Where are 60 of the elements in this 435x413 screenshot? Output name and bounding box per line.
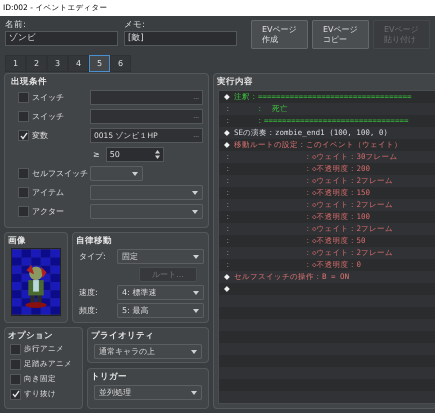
caret-icon (132, 172, 138, 176)
dropdown[interactable]: 並列処理 (94, 385, 202, 400)
checkbox[interactable] (18, 206, 29, 217)
dropdown[interactable] (90, 166, 143, 181)
page-tab[interactable]: 2 (26, 55, 47, 72)
caret-icon (191, 350, 197, 354)
checkbox[interactable] (10, 344, 21, 354)
dropdown[interactable] (90, 185, 203, 200)
caret-icon (193, 290, 199, 294)
memo-field[interactable]: [敵] (124, 31, 237, 46)
operator-label: ≥ (93, 148, 100, 160)
checkbox[interactable] (18, 168, 29, 179)
checkbox[interactable] (10, 374, 21, 384)
panel-title: オプション (7, 330, 54, 342)
checkmark-icon (20, 132, 28, 140)
speed-label: 速度: (78, 286, 99, 298)
panel-title: 自律移動 (75, 235, 113, 247)
condition-label: セルフスイッチ (32, 168, 88, 180)
spinner-icon (154, 150, 160, 159)
checkbox[interactable] (18, 111, 29, 122)
condition-label: アイテム (32, 186, 64, 198)
condition-label: アクター (32, 206, 64, 218)
page-tab[interactable]: 1 (5, 55, 26, 72)
number-field[interactable]: 50 (106, 147, 164, 162)
caret-icon (192, 210, 198, 214)
checkmark-icon (12, 390, 20, 398)
page-button[interactable]: EVページ 作成 (251, 20, 308, 49)
panel-title: 出現条件 (10, 76, 48, 88)
checkbox[interactable] (18, 187, 29, 198)
condition-label: スイッチ (32, 92, 64, 104)
caret-icon (193, 254, 199, 258)
caret-icon (193, 308, 199, 312)
page-button[interactable]: EVページ コピー (312, 20, 369, 49)
checkbox[interactable] (10, 388, 21, 400)
frequency-label: 頻度: (78, 304, 99, 316)
page-tab[interactable]: 5 (89, 55, 110, 72)
caret-icon (191, 390, 197, 394)
condition-label: スイッチ (32, 110, 64, 122)
caret-icon (192, 190, 198, 194)
page-tab[interactable]: 6 (110, 55, 131, 72)
panel-title: 画像 (7, 235, 27, 247)
memo-label: メモ: (124, 19, 146, 31)
page-tab[interactable]: 4 (68, 55, 89, 72)
dropdown[interactable]: 4: 標準速 (117, 285, 204, 300)
name-label: 名前: (5, 19, 27, 31)
panel-title: トリガー (90, 371, 128, 383)
condition-label: 変数 (32, 130, 48, 142)
dropdown[interactable]: 通常キャラの上 (94, 344, 202, 359)
panel-title: プライオリティ (90, 330, 155, 342)
checkbox[interactable] (10, 358, 21, 370)
name-field[interactable]: ゾンビ (5, 31, 118, 46)
dropdown[interactable]: 5: 最高 (117, 303, 204, 318)
page-tab[interactable]: 3 (47, 55, 68, 72)
checkbox[interactable] (18, 130, 29, 141)
dropdown[interactable] (90, 204, 203, 219)
character-sprite-drawing (11, 248, 61, 316)
panel-title: 実行内容 (216, 76, 254, 88)
type-label: タイプ: (78, 250, 107, 262)
checkbox[interactable] (18, 92, 29, 103)
dropdown[interactable]: 固定 (117, 249, 204, 264)
